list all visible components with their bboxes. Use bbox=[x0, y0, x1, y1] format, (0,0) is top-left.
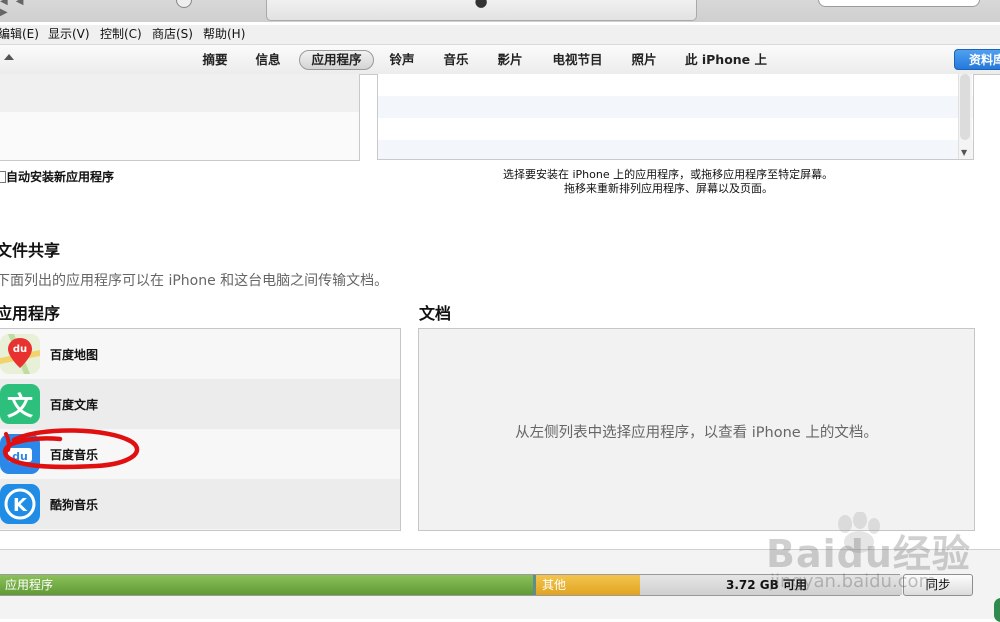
scroll-down-arrow-icon[interactable]: ▼ bbox=[961, 148, 967, 157]
tab-tv-shows[interactable]: 电视节目 bbox=[551, 51, 604, 69]
eject-icon[interactable] bbox=[4, 54, 14, 60]
capacity-other-label: 其他 bbox=[542, 578, 567, 592]
apps-hint-line-2: 拖移来重新排列应用程序、屏幕以及页面。 bbox=[564, 182, 773, 195]
list-row bbox=[378, 140, 973, 159]
app-name: 百度地图 bbox=[50, 348, 99, 362]
svg-text:du: du bbox=[13, 344, 27, 355]
capacity-segment-apps[interactable]: 应用程序 bbox=[0, 575, 533, 595]
file-sharing-title: 文件共享 bbox=[0, 241, 61, 260]
svg-text:文: 文 bbox=[7, 391, 34, 422]
documents-column-heading: 文档 bbox=[419, 304, 452, 323]
library-button[interactable]: 资料库 bbox=[954, 49, 1000, 70]
tab-music[interactable]: 音乐 bbox=[443, 51, 469, 69]
file-sharing-app-baidu-map[interactable]: du 百度地图 bbox=[0, 329, 400, 379]
apps-hint-line-1: 选择要安装在 iPhone 上的应用程序，或拖移应用程序至特定屏幕。 bbox=[503, 168, 834, 181]
apps-list[interactable] bbox=[0, 74, 360, 161]
capacity-apps-label: 应用程序 bbox=[5, 578, 54, 592]
scroll-thumb[interactable] bbox=[960, 74, 970, 140]
capacity-segment-other[interactable]: 其他 bbox=[536, 575, 640, 595]
list-row[interactable] bbox=[0, 74, 359, 112]
tab-photos[interactable]: 照片 bbox=[631, 51, 657, 69]
tab-info[interactable]: 信息 bbox=[255, 51, 281, 69]
menu-help[interactable]: 帮助(H) bbox=[203, 26, 245, 43]
list-row bbox=[378, 74, 973, 96]
baidu-map-icon: du bbox=[0, 334, 40, 374]
baidu-wenku-icon: 文 bbox=[0, 384, 40, 424]
menu-view[interactable]: 显示(V) bbox=[48, 26, 90, 43]
menu-controls[interactable]: 控制(C) bbox=[100, 26, 142, 43]
tab-summary[interactable]: 摘要 bbox=[202, 51, 228, 69]
watermark-url-text: jingyan.baidu.com bbox=[770, 571, 937, 592]
menu-edit[interactable]: 编辑(E) bbox=[0, 26, 39, 43]
app-name: 酷狗音乐 bbox=[50, 498, 99, 512]
file-sharing-description: 下面列出的应用程序可以在 iPhone 和这台电脑之间传输文档。 bbox=[0, 273, 389, 289]
list-row[interactable] bbox=[0, 112, 359, 160]
status-indicator-icon bbox=[994, 598, 1000, 622]
list-row bbox=[378, 96, 973, 118]
list-row bbox=[378, 118, 973, 140]
watermark-logo-text: Baidu经验 bbox=[766, 532, 971, 576]
auto-install-label: 自动安装新应用程序 bbox=[6, 170, 115, 184]
svg-text:K: K bbox=[13, 495, 28, 516]
menu-store[interactable]: 商店(S) bbox=[152, 26, 193, 43]
tab-apps[interactable]: 应用程序 bbox=[299, 50, 374, 70]
menu-bar: 编辑(E) 显示(V) 控制(C) 商店(S) 帮助(H) bbox=[0, 25, 1000, 45]
kugou-music-icon: K bbox=[0, 484, 40, 524]
app-name: 百度文库 bbox=[50, 398, 99, 412]
playback-controls-icon[interactable]: ◀◀ ▶ bbox=[0, 0, 40, 18]
red-circle-annotation bbox=[3, 428, 140, 470]
search-input[interactable] bbox=[818, 0, 980, 7]
tab-on-this-iphone[interactable]: 此 iPhone 上 bbox=[685, 51, 767, 69]
documents-panel: 从左侧列表中选择应用程序，以查看 iPhone 上的文档。 bbox=[418, 328, 975, 531]
home-screens-panel[interactable] bbox=[377, 74, 974, 160]
tab-ringtones[interactable]: 铃声 bbox=[389, 51, 415, 69]
file-sharing-app-kugou-music[interactable]: K 酷狗音乐 bbox=[0, 479, 400, 529]
apple-logo-icon: ● bbox=[474, 0, 488, 10]
device-tab-bar: 摘要 信息 应用程序 铃声 音乐 影片 电视节目 照片 此 iPhone 上 资… bbox=[0, 45, 1000, 75]
apps-column-heading: 应用程序 bbox=[0, 304, 61, 323]
tab-movies[interactable]: 影片 bbox=[497, 51, 523, 69]
documents-empty-message: 从左侧列表中选择应用程序，以查看 iPhone 上的文档。 bbox=[515, 425, 878, 441]
